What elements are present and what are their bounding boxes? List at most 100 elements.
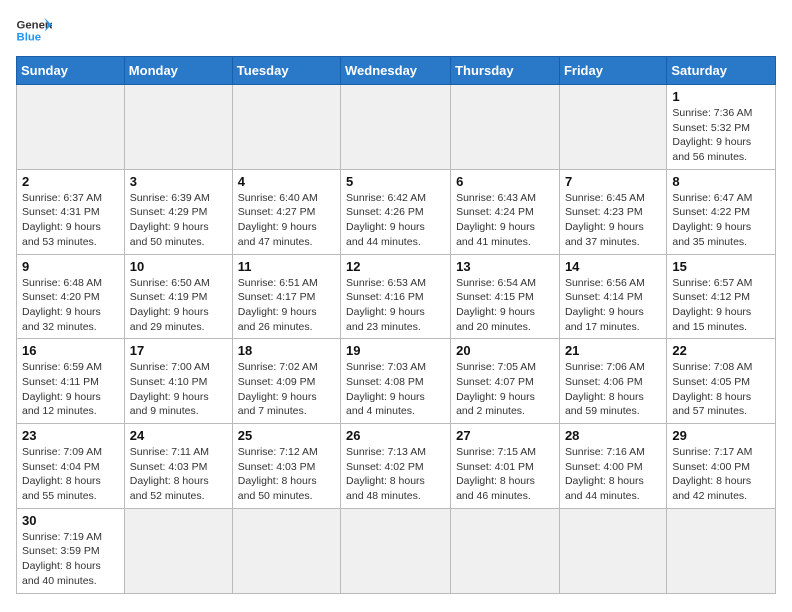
calendar-cell: 22 Sunrise: 7:08 AMSunset: 4:05 PMDayligh… [667, 339, 776, 424]
calendar-cell [232, 508, 340, 593]
day-number: 2 [22, 174, 119, 189]
day-info: Sunrise: 6:51 AMSunset: 4:17 PMDaylight:… [238, 276, 335, 335]
calendar-cell: 2 Sunrise: 6:37 AMSunset: 4:31 PMDaylight… [17, 169, 125, 254]
day-number: 16 [22, 343, 119, 358]
logo: General Blue [16, 16, 52, 44]
day-info: Sunrise: 6:54 AMSunset: 4:15 PMDaylight:… [456, 276, 554, 335]
weekday-header-friday: Friday [559, 57, 666, 85]
svg-text:Blue: Blue [17, 32, 42, 44]
day-info: Sunrise: 6:43 AMSunset: 4:24 PMDaylight:… [456, 191, 554, 250]
weekday-header-thursday: Thursday [451, 57, 560, 85]
day-number: 21 [565, 343, 661, 358]
header: General Blue [16, 16, 776, 44]
calendar-cell: 26 Sunrise: 7:13 AMSunset: 4:02 PMDayligh… [341, 424, 451, 509]
day-number: 19 [346, 343, 445, 358]
day-number: 24 [130, 428, 227, 443]
calendar-cell: 30Sunrise: 7:19 AMSunset: 3:59 PMDayligh… [17, 508, 125, 593]
calendar-cell [232, 85, 340, 170]
day-info: Sunrise: 7:13 AMSunset: 4:02 PMDaylight:… [346, 445, 445, 504]
day-info: Sunrise: 6:53 AMSunset: 4:16 PMDaylight:… [346, 276, 445, 335]
day-number: 26 [346, 428, 445, 443]
day-number: 9 [22, 259, 119, 274]
calendar-cell: 16 Sunrise: 6:59 AMSunset: 4:11 PMDayligh… [17, 339, 125, 424]
day-number: 3 [130, 174, 227, 189]
day-number: 28 [565, 428, 661, 443]
day-number: 18 [238, 343, 335, 358]
day-info: Sunrise: 6:37 AMSunset: 4:31 PMDaylight:… [22, 191, 119, 250]
day-info: Sunrise: 6:45 AMSunset: 4:23 PMDaylight:… [565, 191, 661, 250]
calendar-cell: 9Sunrise: 6:48 AMSunset: 4:20 PMDaylight… [17, 254, 125, 339]
calendar-cell: 17Sunrise: 7:00 AMSunset: 4:10 PMDayligh… [124, 339, 232, 424]
day-number: 14 [565, 259, 661, 274]
week-row-2: 2 Sunrise: 6:37 AMSunset: 4:31 PMDaylight… [17, 169, 776, 254]
day-number: 17 [130, 343, 227, 358]
calendar-cell: 21 Sunrise: 7:06 AMSunset: 4:06 PMDayligh… [559, 339, 666, 424]
calendar-cell [451, 508, 560, 593]
day-number: 30 [22, 513, 119, 528]
day-number: 27 [456, 428, 554, 443]
calendar-cell: 6 Sunrise: 6:43 AMSunset: 4:24 PMDaylight… [451, 169, 560, 254]
calendar-cell [124, 85, 232, 170]
weekday-header-monday: Monday [124, 57, 232, 85]
generalblue-logo-icon: General Blue [16, 16, 52, 44]
calendar-cell: 29Sunrise: 7:17 AMSunset: 4:00 PMDayligh… [667, 424, 776, 509]
calendar-cell: 3 Sunrise: 6:39 AMSunset: 4:29 PMDaylight… [124, 169, 232, 254]
weekday-header-row: SundayMondayTuesdayWednesdayThursdayFrid… [17, 57, 776, 85]
day-info: Sunrise: 6:39 AMSunset: 4:29 PMDaylight:… [130, 191, 227, 250]
calendar-cell: 11 Sunrise: 6:51 AMSunset: 4:17 PMDayligh… [232, 254, 340, 339]
calendar-cell [559, 85, 666, 170]
day-number: 11 [238, 259, 335, 274]
calendar-cell: 12Sunrise: 6:53 AMSunset: 4:16 PMDayligh… [341, 254, 451, 339]
day-number: 7 [565, 174, 661, 189]
day-number: 8 [672, 174, 770, 189]
day-info: Sunrise: 6:56 AMSunset: 4:14 PMDaylight:… [565, 276, 661, 335]
calendar-cell [341, 508, 451, 593]
day-info: Sunrise: 7:15 AMSunset: 4:01 PMDaylight:… [456, 445, 554, 504]
day-info: Sunrise: 6:59 AMSunset: 4:11 PMDaylight:… [22, 360, 119, 419]
day-number: 1 [672, 89, 770, 104]
calendar-cell: 10 Sunrise: 6:50 AMSunset: 4:19 PMDayligh… [124, 254, 232, 339]
day-info: Sunrise: 7:08 AMSunset: 4:05 PMDaylight:… [672, 360, 770, 419]
day-number: 10 [130, 259, 227, 274]
calendar-cell: 4Sunrise: 6:40 AMSunset: 4:27 PMDaylight… [232, 169, 340, 254]
calendar-cell: 27 Sunrise: 7:15 AMSunset: 4:01 PMDayligh… [451, 424, 560, 509]
calendar-cell [17, 85, 125, 170]
week-row-1: 1 Sunrise: 7:36 AMSunset: 5:32 PMDaylight… [17, 85, 776, 170]
day-number: 6 [456, 174, 554, 189]
day-number: 13 [456, 259, 554, 274]
calendar-cell: 8 Sunrise: 6:47 AMSunset: 4:22 PMDaylight… [667, 169, 776, 254]
day-number: 20 [456, 343, 554, 358]
calendar-cell: 5 Sunrise: 6:42 AMSunset: 4:26 PMDaylight… [341, 169, 451, 254]
calendar-cell: 13 Sunrise: 6:54 AMSunset: 4:15 PMDayligh… [451, 254, 560, 339]
calendar-cell: 7 Sunrise: 6:45 AMSunset: 4:23 PMDaylight… [559, 169, 666, 254]
day-info: Sunrise: 7:11 AMSunset: 4:03 PMDaylight:… [130, 445, 227, 504]
weekday-header-saturday: Saturday [667, 57, 776, 85]
calendar-cell: 18 Sunrise: 7:02 AMSunset: 4:09 PMDayligh… [232, 339, 340, 424]
day-number: 25 [238, 428, 335, 443]
calendar-cell: 19Sunrise: 7:03 AMSunset: 4:08 PMDayligh… [341, 339, 451, 424]
day-info: Sunrise: 6:57 AMSunset: 4:12 PMDaylight:… [672, 276, 770, 335]
calendar-cell: 15Sunrise: 6:57 AMSunset: 4:12 PMDayligh… [667, 254, 776, 339]
calendar-cell: 14 Sunrise: 6:56 AMSunset: 4:14 PMDayligh… [559, 254, 666, 339]
weekday-header-sunday: Sunday [17, 57, 125, 85]
calendar-cell: 25Sunrise: 7:12 AMSunset: 4:03 PMDayligh… [232, 424, 340, 509]
day-number: 4 [238, 174, 335, 189]
day-info: Sunrise: 7:02 AMSunset: 4:09 PMDaylight:… [238, 360, 335, 419]
day-info: Sunrise: 6:50 AMSunset: 4:19 PMDaylight:… [130, 276, 227, 335]
day-info: Sunrise: 6:42 AMSunset: 4:26 PMDaylight:… [346, 191, 445, 250]
day-number: 22 [672, 343, 770, 358]
calendar-cell [667, 508, 776, 593]
weekday-header-wednesday: Wednesday [341, 57, 451, 85]
calendar-cell: 20 Sunrise: 7:05 AMSunset: 4:07 PMDayligh… [451, 339, 560, 424]
day-info: Sunrise: 7:36 AMSunset: 5:32 PMDaylight:… [672, 106, 770, 165]
day-number: 23 [22, 428, 119, 443]
day-number: 5 [346, 174, 445, 189]
calendar-cell [559, 508, 666, 593]
day-info: Sunrise: 7:06 AMSunset: 4:06 PMDaylight:… [565, 360, 661, 419]
week-row-6: 30Sunrise: 7:19 AMSunset: 3:59 PMDayligh… [17, 508, 776, 593]
week-row-3: 9Sunrise: 6:48 AMSunset: 4:20 PMDaylight… [17, 254, 776, 339]
calendar-cell: 24 Sunrise: 7:11 AMSunset: 4:03 PMDayligh… [124, 424, 232, 509]
weekday-header-tuesday: Tuesday [232, 57, 340, 85]
day-info: Sunrise: 7:05 AMSunset: 4:07 PMDaylight:… [456, 360, 554, 419]
day-info: Sunrise: 6:47 AMSunset: 4:22 PMDaylight:… [672, 191, 770, 250]
